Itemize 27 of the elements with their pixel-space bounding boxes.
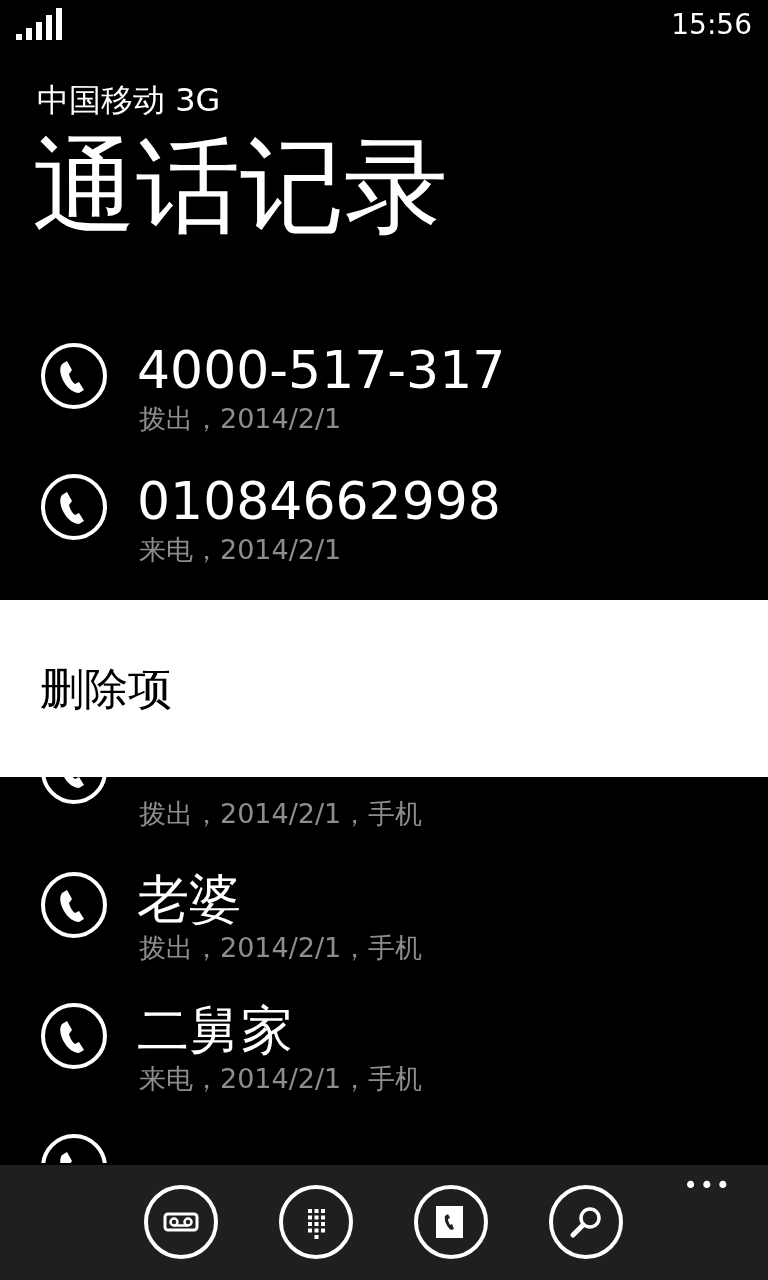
contact-name[interactable]: 01084662998 xyxy=(137,469,501,533)
search-icon xyxy=(548,1184,624,1260)
call-detail: 拨出，2014/2/1，手机 xyxy=(139,797,423,831)
call-detail: 来电，2014/2/1 xyxy=(139,533,343,567)
voicemail-button[interactable] xyxy=(143,1184,219,1260)
keypad-button[interactable] xyxy=(278,1184,354,1260)
more-button[interactable]: ••• xyxy=(683,1171,732,1201)
contact-name[interactable]: 二舅家 xyxy=(137,998,423,1062)
phone-icon xyxy=(40,871,108,939)
keypad-icon xyxy=(278,1184,354,1260)
contacts-button[interactable] xyxy=(413,1184,489,1260)
carrier-name: 中国移动 3G xyxy=(37,80,221,120)
signal-icon xyxy=(16,8,64,40)
contact-name[interactable]: 4000-517-317 xyxy=(137,338,506,402)
call-detail: 来电，2014/2/1，手机 xyxy=(139,1062,423,1096)
call-detail: 拨出，2014/2/1，手机 xyxy=(139,931,423,965)
page-title: 通话记录 xyxy=(32,124,448,248)
phone-icon xyxy=(40,473,108,541)
menu-item[interactable]: 删除项 xyxy=(40,660,172,717)
call-detail: 拨出，2014/2/1 xyxy=(139,402,343,436)
voicemail-icon xyxy=(143,1184,219,1260)
search-button[interactable] xyxy=(548,1184,624,1260)
contact-name[interactable]: 老婆 xyxy=(137,867,423,931)
clock-time: 15:56 xyxy=(671,8,752,42)
phone-icon xyxy=(40,1002,108,1070)
contacts-icon xyxy=(413,1184,489,1260)
phone-icon xyxy=(40,342,108,410)
